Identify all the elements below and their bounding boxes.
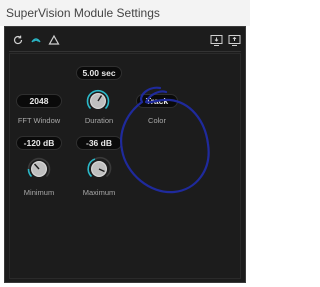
maximum-knob[interactable] [86, 156, 112, 182]
duration-label: Duration [84, 116, 114, 125]
monitor-up-icon[interactable] [227, 33, 241, 47]
settings-window: SuperVision Module Settings 5.00 sec Dur… [0, 0, 250, 287]
settings-panel: 5.00 sec Duration 2048 FFT Window Track … [4, 26, 246, 283]
fft-window-value[interactable]: 2048 [16, 94, 62, 108]
controls-area: 5.00 sec Duration 2048 FFT Window Track … [9, 53, 241, 279]
monitor-down-icon[interactable] [209, 33, 223, 47]
triangle-icon[interactable] [47, 33, 61, 47]
title-bar[interactable]: SuperVision Module Settings [0, 0, 250, 26]
maximum-label: Maximum [82, 188, 116, 197]
toolbar-divider [9, 51, 241, 52]
reset-icon[interactable] [11, 33, 25, 47]
color-value[interactable]: Track [136, 94, 178, 108]
fft-window-label: FFT Window [17, 116, 61, 125]
maximum-value[interactable]: -36 dB [76, 136, 122, 150]
duration-knob[interactable] [85, 88, 111, 114]
link-icon[interactable] [29, 33, 43, 47]
window-title: SuperVision Module Settings [6, 6, 160, 20]
minimum-label: Minimum [23, 188, 55, 197]
minimum-value[interactable]: -120 dB [16, 136, 62, 150]
color-label: Color [148, 116, 166, 125]
minimum-knob[interactable] [26, 156, 52, 182]
duration-value[interactable]: 5.00 sec [76, 66, 122, 80]
